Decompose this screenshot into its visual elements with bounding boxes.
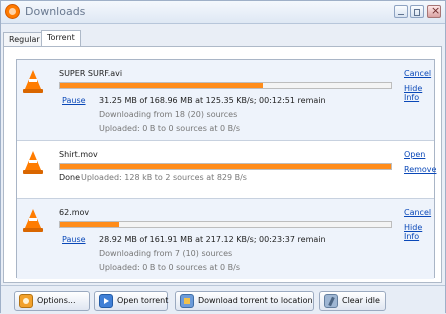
progress-bar	[59, 163, 392, 170]
download-location-icon	[180, 294, 194, 308]
progress-fill	[60, 83, 263, 88]
options-icon	[19, 294, 33, 308]
done-label: Done	[59, 173, 81, 182]
hide-info-link[interactable]: Hide Info	[404, 223, 434, 241]
download-item-super-surf[interactable]: SUPER SURF.avi Pause 31.25 MB of 168.96 …	[17, 60, 434, 141]
file-name: 62.mov	[59, 208, 90, 217]
tab-regular[interactable]: Regular	[3, 32, 46, 46]
options-label: Options...	[37, 296, 76, 305]
sources-status: Downloading from 18 (20) sources	[99, 110, 238, 119]
downloads-window: Downloads Regular Torrent SUPER SURF.avi…	[0, 0, 446, 314]
file-name: Shirt.mov	[59, 150, 98, 159]
cancel-link[interactable]: Cancel	[404, 69, 431, 78]
vlc-cone-icon	[23, 209, 43, 234]
downloads-app-icon	[5, 4, 20, 19]
download-list: SUPER SURF.avi Pause 31.25 MB of 168.96 …	[16, 59, 436, 279]
download-item-62[interactable]: 62.mov Pause 28.92 MB of 161.91 MB at 21…	[17, 199, 434, 279]
pause-link[interactable]: Pause	[62, 235, 86, 244]
transfer-status: 28.92 MB of 161.91 MB at 217.12 KB/s; 00…	[99, 235, 326, 244]
maximize-button[interactable]	[410, 5, 424, 18]
pause-link[interactable]: Pause	[62, 96, 86, 105]
upload-status: Uploaded: 128 kB to 2 sources at 829 B/s	[81, 173, 247, 182]
hide-info-link[interactable]: Hide Info	[404, 84, 434, 102]
footer-toolbar: Options... Open torrent Download torrent…	[1, 285, 445, 314]
window-title: Downloads	[25, 5, 86, 18]
download-torrent-location-button[interactable]: Download torrent to location	[175, 291, 314, 311]
open-torrent-button[interactable]: Open torrent	[94, 291, 168, 311]
open-torrent-label: Open torrent	[117, 296, 169, 305]
clear-idle-icon	[324, 294, 338, 308]
sources-status: Downloading from 7 (10) sources	[99, 249, 233, 258]
progress-fill	[60, 222, 120, 227]
vlc-cone-icon	[23, 70, 43, 95]
transfer-status: 31.25 MB of 168.96 MB at 125.35 KB/s; 00…	[99, 96, 326, 105]
open-link[interactable]: Open	[404, 150, 425, 159]
download-location-label: Download torrent to location	[198, 296, 313, 305]
torrent-panel: SUPER SURF.avi Pause 31.25 MB of 168.96 …	[3, 46, 442, 283]
progress-fill	[60, 164, 391, 169]
download-item-shirt[interactable]: Shirt.mov Done Uploaded: 128 kB to 2 sou…	[17, 141, 436, 199]
minimize-button[interactable]	[394, 5, 408, 18]
file-name: SUPER SURF.avi	[59, 69, 123, 78]
progress-bar	[59, 82, 392, 89]
options-button[interactable]: Options...	[14, 291, 90, 311]
title-bar[interactable]: Downloads	[1, 1, 445, 24]
upload-status: Uploaded: 0 B to 0 sources at 0 B/s	[99, 124, 240, 133]
open-torrent-icon	[99, 294, 113, 308]
clear-idle-label: Clear idle	[342, 296, 380, 305]
clear-idle-button[interactable]: Clear idle	[319, 291, 386, 311]
close-button[interactable]	[427, 4, 441, 18]
upload-status: Uploaded: 0 B to 0 sources at 0 B/s	[99, 263, 240, 272]
cancel-link[interactable]: Cancel	[404, 208, 431, 217]
progress-bar	[59, 221, 392, 228]
vlc-cone-icon	[23, 151, 43, 176]
tab-torrent[interactable]: Torrent	[41, 30, 81, 46]
remove-link[interactable]: Remove	[404, 165, 436, 174]
